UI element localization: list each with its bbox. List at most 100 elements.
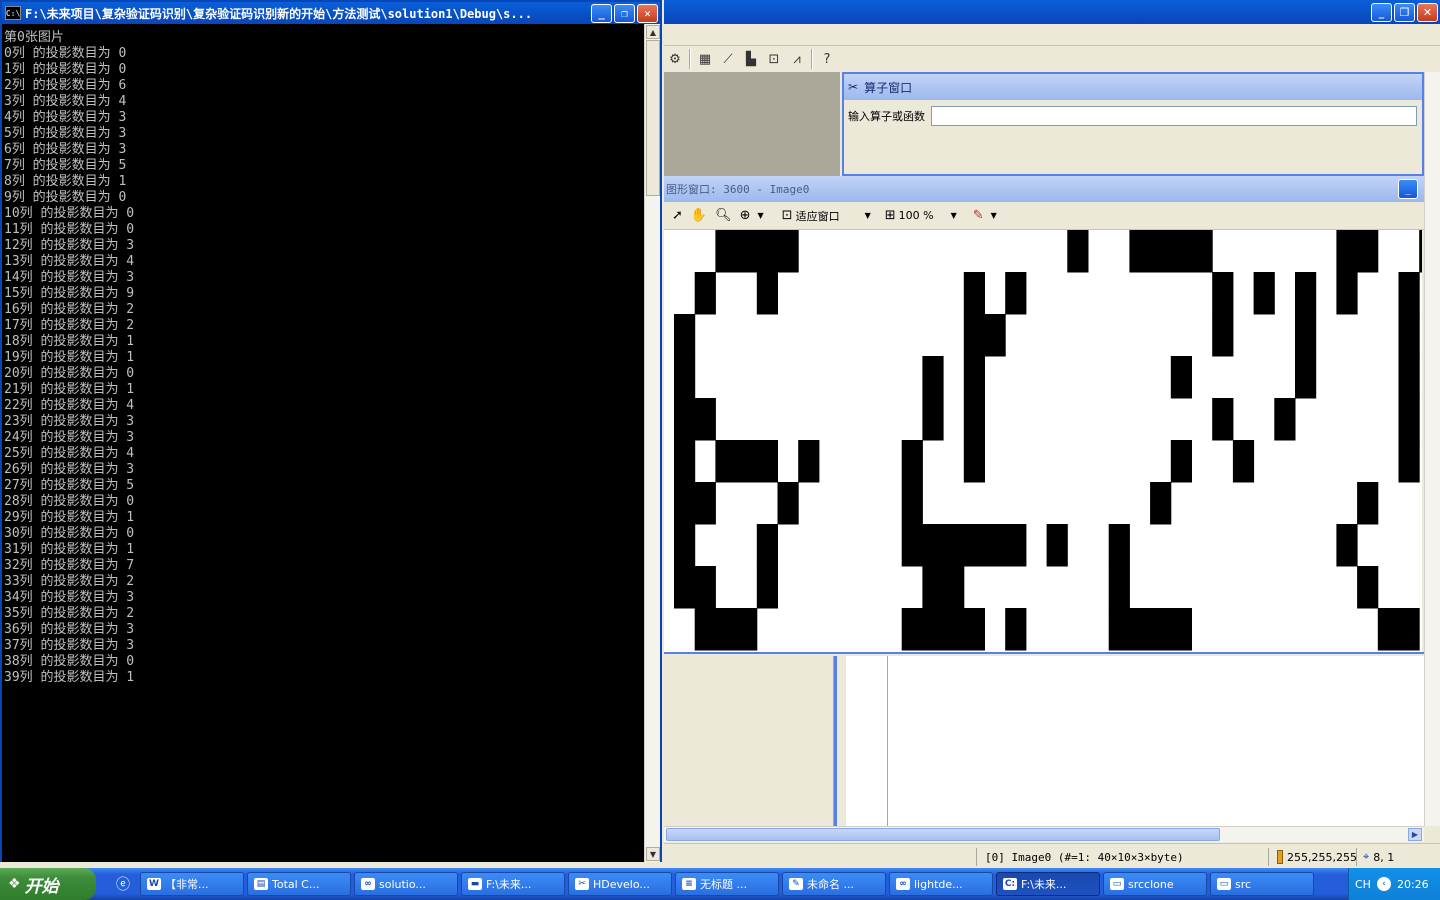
pan-hand-icon[interactable]: ✋ — [689, 206, 709, 226]
console-line: 9列 的投影数目为 0 — [4, 190, 127, 205]
variable-pane — [664, 656, 834, 826]
image-pixel — [777, 230, 799, 273]
console-close-button[interactable]: ✕ — [637, 3, 658, 23]
console-scroll-thumb[interactable] — [646, 40, 660, 196]
image-pixel — [901, 524, 923, 567]
pointer-icon[interactable]: ➚ — [670, 206, 685, 226]
console-line: 36列 的投影数目为 3 — [4, 622, 135, 637]
taskbar-button[interactable]: ∞ lightde... — [889, 872, 993, 896]
close-button[interactable]: ✕ — [1417, 3, 1438, 22]
image-pixel — [1295, 356, 1317, 399]
image-pixel — [1398, 398, 1420, 441]
image-pixel — [1419, 230, 1422, 273]
console-minimize-button[interactable]: _ — [591, 3, 612, 23]
quick-launch: ⓔ — [96, 874, 140, 894]
word-icon: W — [147, 878, 161, 890]
taskbar-button[interactable]: ▬ F:\未来... — [461, 872, 565, 896]
ie-icon[interactable]: ⓔ — [116, 874, 130, 894]
horizontal-scroll-thumb[interactable] — [666, 828, 1220, 841]
image-pixel — [922, 524, 944, 567]
vertical-scrollbar[interactable] — [1424, 72, 1440, 826]
console-output[interactable]: 第0张图片 0列 的投影数目为 0 1列 的投影数目为 0 2列 的投影数目为 6 3列… — [2, 24, 644, 862]
line-number-gutter — [846, 656, 888, 826]
graphics-window-title-bar[interactable]: 图形窗口: 3600 - Image0 _ — [664, 176, 1424, 202]
image-pixel — [922, 566, 944, 609]
taskbar-button[interactable]: ∞ solutio... — [354, 872, 458, 896]
zoom-value: 100 % — [898, 209, 934, 222]
main-toolbar: ⚙ ▦ ⟋ ▙ ⊡ ⩘ ? — [664, 46, 1440, 72]
image-pixel — [674, 524, 696, 567]
operator-tool-icon[interactable]: ⚙ — [666, 50, 684, 68]
help-icon[interactable]: ? — [818, 50, 836, 68]
start-button[interactable]: ❖ 开始 — [0, 868, 96, 900]
folder-icon: ▬ — [468, 878, 482, 890]
operator-window-title: 算子窗口 — [864, 80, 913, 95]
input-language[interactable]: CH — [1355, 878, 1371, 891]
taskbar-button-label: F:\未来... — [486, 878, 532, 891]
taskbar-button[interactable]: ✎ 未命名 ... — [782, 872, 886, 896]
taskbar-button[interactable]: ▭ srcclone — [1103, 872, 1207, 896]
image-pixel — [674, 440, 696, 483]
graphics-window: 图形窗口: 3600 - Image0 _ ➚ ✋ 🔍︎ ⊕ ▼ ⊡ 适应窗口 ▼… — [664, 176, 1424, 654]
zoom-window-icon[interactable]: ⊡ — [765, 50, 783, 68]
operator-input[interactable] — [931, 106, 1417, 126]
console-scrollbar[interactable]: ▲ ▼ — [644, 24, 660, 862]
hdevelop-title-bar[interactable]: _ ❐ ✕ — [664, 0, 1440, 24]
taskbar-button[interactable]: ▭ src — [1210, 872, 1314, 896]
image-pixel — [1336, 524, 1358, 567]
image-pixel — [1191, 230, 1213, 273]
zoom-icon[interactable]: 🔍︎ — [713, 206, 734, 226]
graphics-minimize-button[interactable]: _ — [1398, 179, 1418, 199]
zoom-in-icon[interactable]: ⊕ ▼ — [738, 206, 766, 226]
console-line: 1列 的投影数目为 0 — [4, 62, 127, 77]
fit-window-button[interactable]: ⊡ 适应窗口 ▼ — [780, 206, 873, 226]
zoom-select[interactable]: ⊞ 100 % ▼ — [883, 206, 959, 226]
taskbar-button[interactable]: C: F:\未来... — [996, 872, 1100, 896]
status-position-value: 8, 1 — [1373, 850, 1395, 864]
scroll-down-icon[interactable]: ▼ — [646, 847, 660, 861]
image-pixel — [674, 314, 696, 357]
console-line: 4列 的投影数目为 3 — [4, 110, 127, 125]
zoom-percent-icon: ⊞ — [884, 208, 896, 223]
console-line: 12列 的投影数目为 3 — [4, 238, 135, 253]
color-swatch-icon — [1277, 850, 1283, 864]
image-pixel — [674, 356, 696, 399]
console-line: 30列 的投影数目为 0 — [4, 526, 135, 541]
taskbar-button[interactable]: ≡ 无标题 ... — [675, 872, 779, 896]
horizontal-scrollbar[interactable]: ▶ — [664, 826, 1424, 842]
taskbar-button[interactable]: ✂ HDevelo... — [568, 872, 672, 896]
scroll-up-icon[interactable]: ▲ — [646, 25, 660, 39]
console-restore-button[interactable]: ❐ — [614, 3, 635, 23]
image-pixel — [943, 524, 965, 567]
feature-histogram-icon[interactable]: ⩘ — [788, 50, 806, 68]
taskbar-button-label: lightde... — [914, 877, 963, 891]
program-editor[interactable] — [888, 656, 1424, 826]
image-pixel — [963, 524, 985, 567]
image-tool-icon[interactable]: ▦ — [696, 50, 714, 68]
image-pixel — [1295, 314, 1317, 357]
minimize-button[interactable]: _ — [1371, 3, 1392, 22]
image-pixel — [1170, 356, 1192, 399]
tray-expand-icon[interactable]: ‹ — [1376, 877, 1391, 891]
scroll-right-icon[interactable]: ▶ — [1408, 828, 1422, 841]
color-settings-button[interactable]: ✎ ▼ — [971, 206, 999, 226]
restore-button[interactable]: ❐ — [1394, 3, 1415, 22]
image-pixel — [1357, 482, 1379, 525]
image-pixel — [1170, 230, 1192, 273]
taskbar-button-label: 无标题 ... — [700, 878, 747, 891]
pane-splitter[interactable] — [834, 656, 846, 826]
image-pixel — [1336, 272, 1358, 315]
image-pixel — [736, 230, 758, 273]
image-canvas[interactable] — [664, 230, 1422, 652]
image-pixel — [1357, 230, 1379, 273]
operator-window-title-bar[interactable]: ✂ 算子窗口 — [844, 74, 1422, 100]
console-line: 14列 的投影数目为 3 — [4, 270, 135, 285]
line-profile-icon[interactable]: ⟋ — [719, 50, 737, 68]
console-title-bar[interactable]: C:\ F:\未来项目\复杂验证码识别\复杂验证码识别新的开始\方法测试\sol… — [2, 2, 660, 24]
taskbar-button[interactable]: ▤ Total C... — [247, 872, 351, 896]
image-pixel — [984, 314, 1006, 357]
taskbar-button[interactable]: W 【非常... — [140, 872, 244, 896]
image-pixel — [756, 524, 778, 567]
histogram-icon[interactable]: ▙ — [742, 50, 760, 68]
image-pixel — [1232, 440, 1255, 483]
